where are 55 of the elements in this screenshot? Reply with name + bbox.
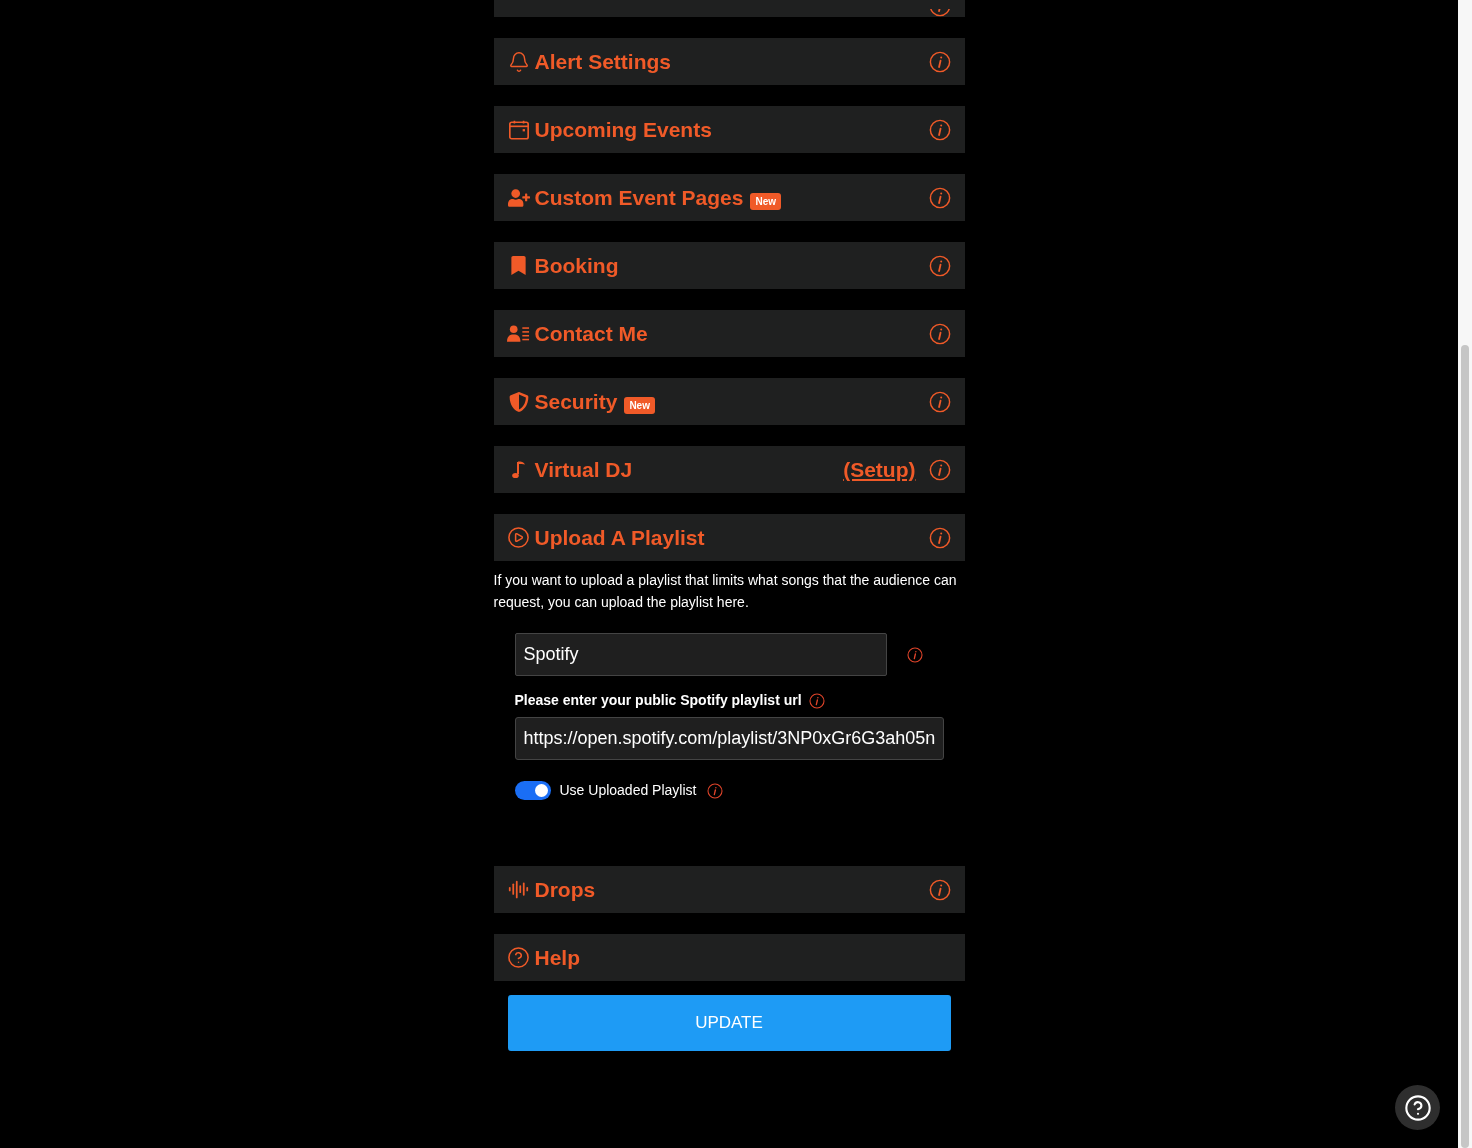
info-icon[interactable] <box>808 692 825 709</box>
description-text: If you want to upload a playlist that limits what songs that the audience can request, you can upload the playlist here. <box>493 571 958 612</box>
section-header[interactable]: Security New <box>493 378 965 425</box>
section-header[interactable]: Alert Settings <box>493 38 965 85</box>
section-header[interactable]: Booking <box>493 242 965 289</box>
section-title: Virtual DJ <box>534 456 633 483</box>
info-icon[interactable] <box>928 254 951 277</box>
section-title: Upload A Playlist <box>534 524 705 551</box>
section-header[interactable]: Help <box>493 934 965 981</box>
info-icon[interactable] <box>928 186 951 209</box>
contact-icon <box>507 323 530 344</box>
section-title: Upcoming Events <box>534 116 712 143</box>
info-icon[interactable] <box>928 526 951 549</box>
shield-icon <box>508 391 529 412</box>
scrollbar[interactable] <box>1458 0 1472 1148</box>
toggle-switch[interactable] <box>514 781 551 800</box>
section-title: Drops <box>534 876 596 903</box>
section-header[interactable]: Contact Me <box>493 310 965 357</box>
info-icon[interactable] <box>928 390 951 413</box>
section-title: Security <box>534 388 618 415</box>
section-title: Alert Settings <box>534 48 672 75</box>
info-icon[interactable] <box>928 50 951 73</box>
setup-link[interactable]: (Setup) <box>843 453 916 486</box>
section-title: Custom Event Pages <box>534 184 744 211</box>
play-icon <box>507 526 530 549</box>
info-icon[interactable] <box>707 782 724 799</box>
section-title: Help <box>534 944 580 971</box>
help-button[interactable] <box>1395 1085 1440 1130</box>
bookmark-icon <box>509 256 528 275</box>
section-header[interactable]: Upcoming Events <box>493 106 965 153</box>
section-header[interactable]: Upload A Playlist <box>493 514 965 561</box>
section-header[interactable]: Virtual DJ (Setup) <box>493 446 965 493</box>
info-icon[interactable] <box>928 322 951 345</box>
update-button[interactable]: UPDATE <box>507 995 951 1051</box>
url-input[interactable]: https://open.spotify.com/playlist/3NP0xGr6G3ah05n <box>514 717 944 760</box>
calendar-icon <box>507 118 530 141</box>
source-select[interactable]: Spotify <box>514 633 887 676</box>
info-icon[interactable] <box>928 878 951 901</box>
info-icon[interactable] <box>928 118 951 141</box>
bell-icon <box>507 50 530 73</box>
section-header[interactable]: Drops <box>493 866 965 913</box>
music-note-icon <box>511 459 526 480</box>
new-badge: New <box>624 397 655 414</box>
section-header[interactable]: Custom Event Pages New <box>493 174 965 221</box>
info-icon[interactable] <box>928 458 951 481</box>
new-badge: New <box>750 193 781 210</box>
toggle-label: Use Uploaded Playlist <box>559 781 697 800</box>
section-title: Booking <box>534 252 619 279</box>
info-icon[interactable] <box>906 646 923 663</box>
help-icon <box>507 946 530 969</box>
waveform-icon <box>508 879 529 900</box>
help-icon <box>1403 1093 1432 1122</box>
url-label: Please enter your public Spotify playlist url <box>514 691 802 710</box>
user-plus-icon <box>507 186 530 209</box>
section-title: Contact Me <box>534 320 648 347</box>
